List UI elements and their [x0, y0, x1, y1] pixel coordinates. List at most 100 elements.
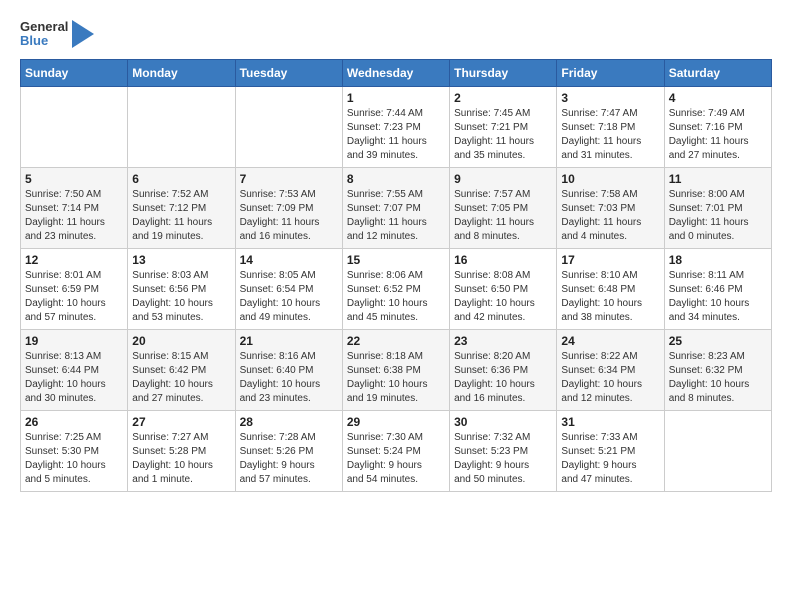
weekday-header: Tuesday	[235, 59, 342, 86]
calendar-week-row: 19 Sunrise: 8:13 AM Sunset: 6:44 PM Dayli…	[21, 329, 772, 410]
day-info: Sunrise: 7:50 AM Sunset: 7:14 PM Dayligh…	[25, 188, 123, 244]
day-info: Sunrise: 8:01 AM Sunset: 6:59 PM Dayligh…	[25, 269, 123, 325]
calendar-cell: 1 Sunrise: 7:44 AM Sunset: 7:23 PM Daylig…	[342, 86, 449, 167]
calendar-cell: 17 Sunrise: 8:10 AM Sunset: 6:48 PM Dayli…	[557, 248, 664, 329]
calendar-week-row: 5 Sunrise: 7:50 AM Sunset: 7:14 PM Daylig…	[21, 167, 772, 248]
calendar-cell: 23 Sunrise: 8:20 AM Sunset: 6:36 PM Dayli…	[450, 329, 557, 410]
weekday-header: Wednesday	[342, 59, 449, 86]
calendar-week-row: 12 Sunrise: 8:01 AM Sunset: 6:59 PM Dayli…	[21, 248, 772, 329]
day-number: 13	[132, 253, 230, 267]
calendar-cell: 27 Sunrise: 7:27 AM Sunset: 5:28 PM Dayli…	[128, 410, 235, 491]
day-number: 5	[25, 172, 123, 186]
calendar-cell: 5 Sunrise: 7:50 AM Sunset: 7:14 PM Daylig…	[21, 167, 128, 248]
day-info: Sunrise: 7:52 AM Sunset: 7:12 PM Dayligh…	[132, 188, 230, 244]
calendar-cell: 26 Sunrise: 7:25 AM Sunset: 5:30 PM Dayli…	[21, 410, 128, 491]
day-info: Sunrise: 7:28 AM Sunset: 5:26 PM Dayligh…	[240, 431, 338, 487]
weekday-header: Saturday	[664, 59, 771, 86]
calendar-cell: 29Sunrise: 7:30 AM Sunset: 5:24 PM Dayli…	[342, 410, 449, 491]
calendar-cell: 22 Sunrise: 8:18 AM Sunset: 6:38 PM Dayli…	[342, 329, 449, 410]
calendar-cell: 3 Sunrise: 7:47 AM Sunset: 7:18 PM Daylig…	[557, 86, 664, 167]
day-info: Sunrise: 8:11 AM Sunset: 6:46 PM Dayligh…	[669, 269, 767, 325]
calendar-cell	[664, 410, 771, 491]
weekday-header: Friday	[557, 59, 664, 86]
day-number: 17	[561, 253, 659, 267]
day-info: Sunrise: 8:06 AM Sunset: 6:52 PM Dayligh…	[347, 269, 445, 325]
day-info: Sunrise: 8:03 AM Sunset: 6:56 PM Dayligh…	[132, 269, 230, 325]
day-info: Sunrise: 8:13 AM Sunset: 6:44 PM Dayligh…	[25, 350, 123, 406]
day-number: 30	[454, 415, 552, 429]
day-number: 19	[25, 334, 123, 348]
logo-chevron-icon	[72, 20, 94, 48]
calendar-cell	[235, 86, 342, 167]
day-info: Sunrise: 8:10 AM Sunset: 6:48 PM Dayligh…	[561, 269, 659, 325]
day-info: Sunrise: 7:47 AM Sunset: 7:18 PM Dayligh…	[561, 107, 659, 163]
calendar-cell	[128, 86, 235, 167]
day-number: 28	[240, 415, 338, 429]
day-info: Sunrise: 8:18 AM Sunset: 6:38 PM Dayligh…	[347, 350, 445, 406]
day-number: 12	[25, 253, 123, 267]
day-number: 18	[669, 253, 767, 267]
day-number: 14	[240, 253, 338, 267]
calendar-cell: 7 Sunrise: 7:53 AM Sunset: 7:09 PM Daylig…	[235, 167, 342, 248]
day-info: Sunrise: 7:49 AM Sunset: 7:16 PM Dayligh…	[669, 107, 767, 163]
day-info: Sunrise: 8:00 AM Sunset: 7:01 PM Dayligh…	[669, 188, 767, 244]
calendar-cell: 8 Sunrise: 7:55 AM Sunset: 7:07 PM Daylig…	[342, 167, 449, 248]
day-number: 26	[25, 415, 123, 429]
calendar-cell: 30 Sunrise: 7:32 AM Sunset: 5:23 PM Dayli…	[450, 410, 557, 491]
day-number: 6	[132, 172, 230, 186]
calendar-cell: 21 Sunrise: 8:16 AM Sunset: 6:40 PM Dayli…	[235, 329, 342, 410]
day-number: 3	[561, 91, 659, 105]
day-number: 10	[561, 172, 659, 186]
calendar-cell: 4 Sunrise: 7:49 AM Sunset: 7:16 PM Daylig…	[664, 86, 771, 167]
calendar-cell: 12 Sunrise: 8:01 AM Sunset: 6:59 PM Dayli…	[21, 248, 128, 329]
day-info: Sunrise: 7:44 AM Sunset: 7:23 PM Dayligh…	[347, 107, 445, 163]
calendar-table: SundayMondayTuesdayWednesdayThursdayFrid…	[20, 59, 772, 492]
day-info: Sunrise: 7:32 AM Sunset: 5:23 PM Dayligh…	[454, 431, 552, 487]
calendar-cell: 19 Sunrise: 8:13 AM Sunset: 6:44 PM Dayli…	[21, 329, 128, 410]
day-info: Sunrise: 7:30 AM Sunset: 5:24 PM Dayligh…	[347, 431, 445, 487]
calendar-cell: 11Sunrise: 8:00 AM Sunset: 7:01 PM Dayli…	[664, 167, 771, 248]
day-info: Sunrise: 7:25 AM Sunset: 5:30 PM Dayligh…	[25, 431, 123, 487]
calendar-cell	[21, 86, 128, 167]
day-info: Sunrise: 8:08 AM Sunset: 6:50 PM Dayligh…	[454, 269, 552, 325]
calendar-cell: 6 Sunrise: 7:52 AM Sunset: 7:12 PM Daylig…	[128, 167, 235, 248]
day-number: 31	[561, 415, 659, 429]
day-info: Sunrise: 8:15 AM Sunset: 6:42 PM Dayligh…	[132, 350, 230, 406]
logo-blue-text: Blue	[20, 34, 68, 48]
day-info: Sunrise: 8:23 AM Sunset: 6:32 PM Dayligh…	[669, 350, 767, 406]
day-number: 8	[347, 172, 445, 186]
day-number: 27	[132, 415, 230, 429]
calendar-cell: 18 Sunrise: 8:11 AM Sunset: 6:46 PM Dayli…	[664, 248, 771, 329]
logo: General Blue	[20, 20, 94, 49]
calendar-week-row: 26 Sunrise: 7:25 AM Sunset: 5:30 PM Dayli…	[21, 410, 772, 491]
day-number: 16	[454, 253, 552, 267]
day-info: Sunrise: 8:22 AM Sunset: 6:34 PM Dayligh…	[561, 350, 659, 406]
day-info: Sunrise: 7:58 AM Sunset: 7:03 PM Dayligh…	[561, 188, 659, 244]
day-number: 21	[240, 334, 338, 348]
day-number: 7	[240, 172, 338, 186]
logo-general-text: General	[20, 20, 68, 34]
weekday-header: Monday	[128, 59, 235, 86]
calendar-cell: 15 Sunrise: 8:06 AM Sunset: 6:52 PM Dayli…	[342, 248, 449, 329]
day-number: 1	[347, 91, 445, 105]
day-number: 20	[132, 334, 230, 348]
day-info: Sunrise: 7:57 AM Sunset: 7:05 PM Dayligh…	[454, 188, 552, 244]
day-number: 2	[454, 91, 552, 105]
calendar-cell: 2 Sunrise: 7:45 AM Sunset: 7:21 PM Daylig…	[450, 86, 557, 167]
weekday-header: Sunday	[21, 59, 128, 86]
calendar-cell: 10 Sunrise: 7:58 AM Sunset: 7:03 PM Dayli…	[557, 167, 664, 248]
day-info: Sunrise: 7:53 AM Sunset: 7:09 PM Dayligh…	[240, 188, 338, 244]
calendar-cell: 28 Sunrise: 7:28 AM Sunset: 5:26 PM Dayli…	[235, 410, 342, 491]
day-number: 23	[454, 334, 552, 348]
day-info: Sunrise: 7:55 AM Sunset: 7:07 PM Dayligh…	[347, 188, 445, 244]
calendar-cell: 20 Sunrise: 8:15 AM Sunset: 6:42 PM Dayli…	[128, 329, 235, 410]
day-info: Sunrise: 8:16 AM Sunset: 6:40 PM Dayligh…	[240, 350, 338, 406]
day-number: 9	[454, 172, 552, 186]
day-number: 15	[347, 253, 445, 267]
day-number: 22	[347, 334, 445, 348]
day-info: Sunrise: 7:27 AM Sunset: 5:28 PM Dayligh…	[132, 431, 230, 487]
day-info: Sunrise: 7:45 AM Sunset: 7:21 PM Dayligh…	[454, 107, 552, 163]
day-number: 4	[669, 91, 767, 105]
day-info: Sunrise: 8:20 AM Sunset: 6:36 PM Dayligh…	[454, 350, 552, 406]
day-number: 25	[669, 334, 767, 348]
